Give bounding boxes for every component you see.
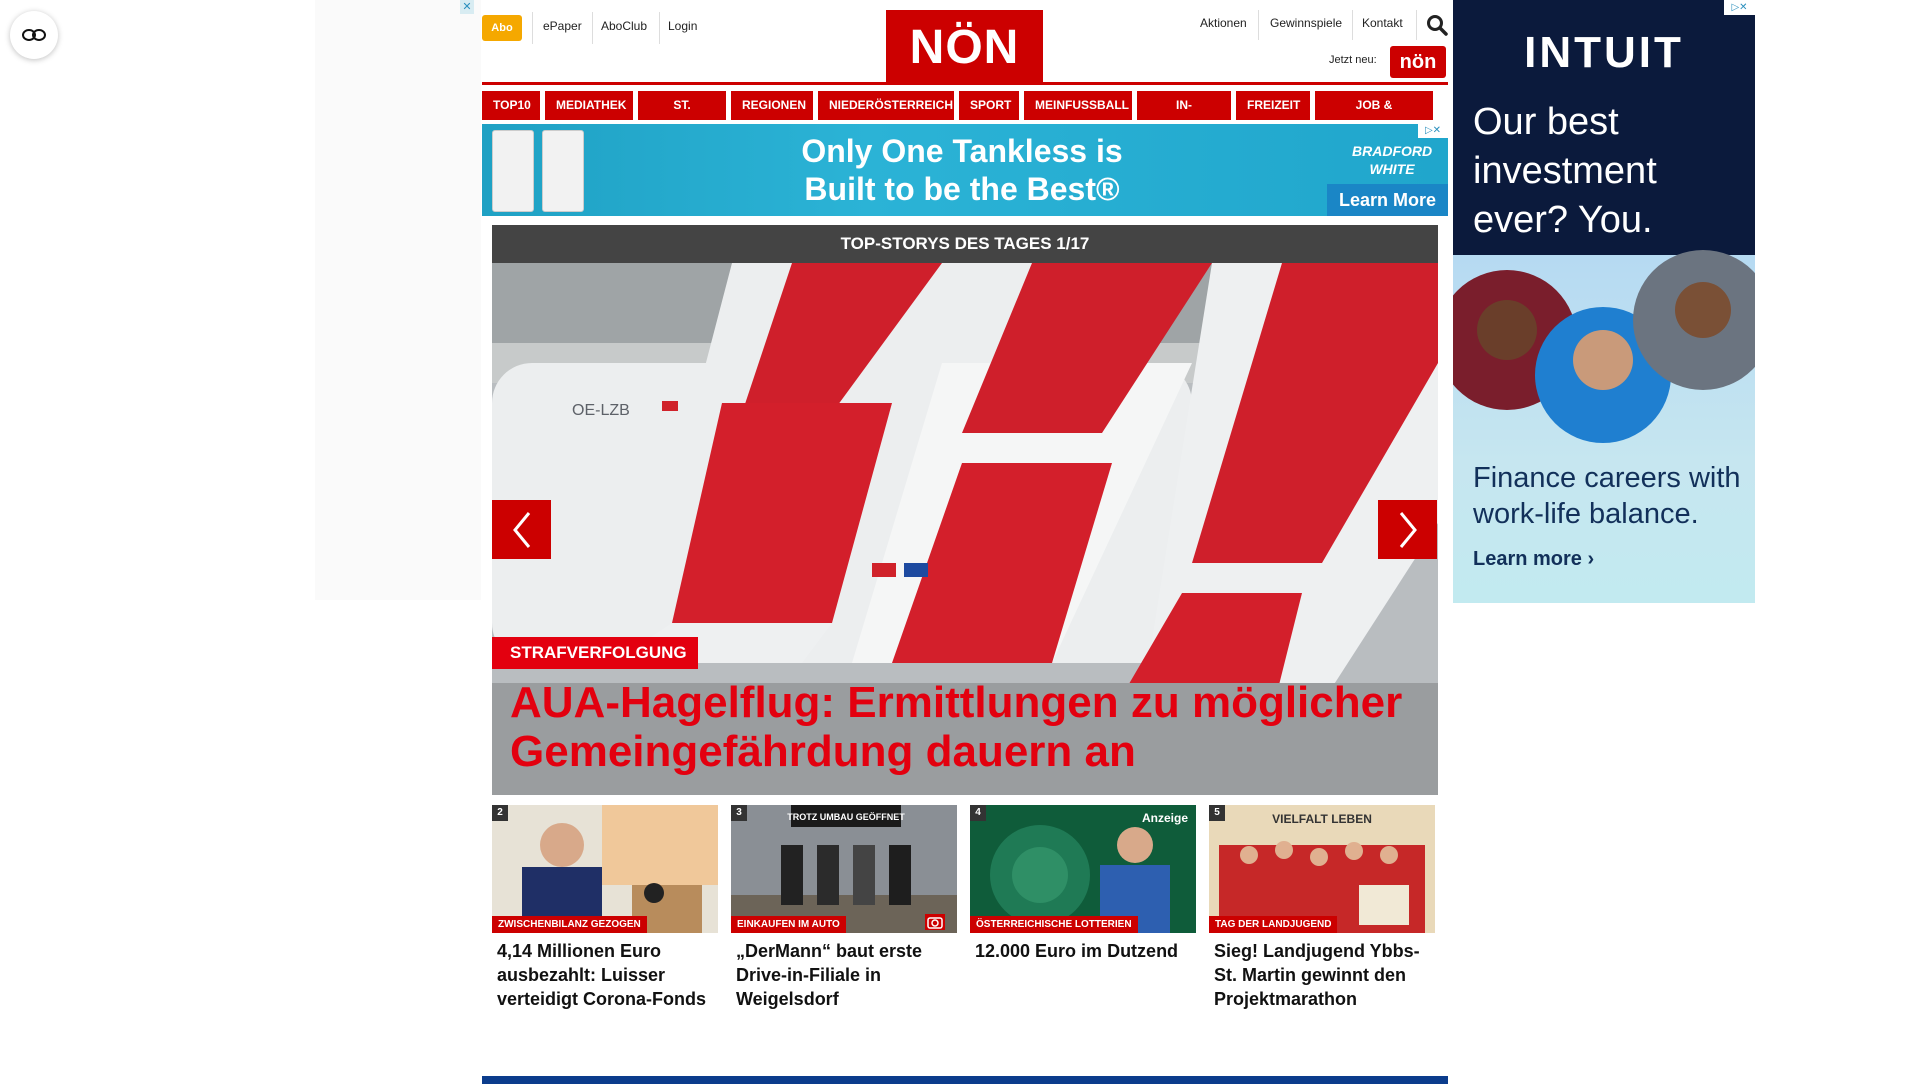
- chevron-right-icon: [1399, 511, 1417, 548]
- search-button[interactable]: [1426, 14, 1448, 36]
- nav-niederoesterreich[interactable]: NIEDERÖSTERREICH: [818, 91, 954, 120]
- footer-bar: [482, 1076, 1448, 1084]
- header-divider: [482, 82, 1448, 85]
- ad-headline: Our best investment ever? You.: [1473, 101, 1657, 241]
- jetzt-neu-label: Jetzt neu:: [1329, 54, 1377, 66]
- kontakt-link[interactable]: Kontakt: [1362, 16, 1403, 30]
- story-tag: ZWISCHENBILANZ GEZOGEN: [492, 916, 647, 933]
- story-title[interactable]: Sieg! Landjugend Ybbs-St. Martin gewinnt…: [1214, 939, 1430, 1011]
- divider: [592, 12, 593, 44]
- aktionen-link[interactable]: Aktionen: [1200, 16, 1247, 30]
- story-number: 4: [970, 805, 986, 821]
- banner-line-1: Only One Tankless is: [801, 133, 1123, 169]
- ad-adchoices-close[interactable]: ▷✕: [1724, 0, 1755, 15]
- camera-icon: [925, 914, 945, 930]
- svg-text:OE-LZB: OE-LZB: [572, 402, 630, 419]
- story-card-image[interactable]: 4 Anzeige ÖSTERREICHISCHE LOTTERIEN: [970, 805, 1196, 933]
- ad-close-button[interactable]: ✕: [460, 0, 474, 14]
- story-title[interactable]: 4,14 Millionen Euro ausbezahlt: Luisser …: [497, 939, 713, 1011]
- bradford-white-logo: BRADFORD WHITE: [1352, 143, 1433, 177]
- slider-next-button[interactable]: [1378, 500, 1437, 559]
- noen-logo[interactable]: NÖN: [886, 10, 1043, 84]
- svg-text:TROTZ UMBAU GEÖFFNET: TROTZ UMBAU GEÖFFNET: [787, 812, 905, 822]
- svg-text:VIELFALT LEBEN: VIELFALT LEBEN: [1272, 812, 1372, 826]
- page-background-panel: [315, 0, 481, 600]
- slider-prev-button[interactable]: [492, 500, 551, 559]
- divider: [1416, 10, 1417, 40]
- story-tag: TAG DER LANDJUGEND: [1209, 916, 1338, 933]
- search-icon: [1427, 15, 1448, 36]
- ad-people-photos: [1453, 250, 1755, 443]
- nav-st-poelten[interactable]: ST. PÖLTEN: [638, 91, 726, 141]
- chevron-left-icon: [512, 511, 530, 548]
- divider: [1258, 10, 1259, 40]
- divider: [532, 12, 533, 44]
- nav-top10[interactable]: TOP10: [482, 91, 540, 120]
- anzeige-label: Anzeige: [1141, 811, 1188, 825]
- banner-adchoices-close[interactable]: ▷✕: [1418, 124, 1448, 138]
- story-card[interactable]: 4 Anzeige ÖSTERREICHISCHE LOTTERIEN 12.0…: [970, 805, 1196, 963]
- story-card[interactable]: TROTZ UMBAU GEÖFFNET 3 EINKAUFEN IM AUTO…: [731, 805, 957, 1011]
- story-card-image[interactable]: 2 ZWISCHENBILANZ GEZOGEN: [492, 805, 718, 933]
- main-nav: TOP10 MEDIATHEK ST. PÖLTEN REGIONEN NIED…: [482, 91, 1433, 141]
- story-card-image[interactable]: TROTZ UMBAU GEÖFFNET 3 EINKAUFEN IM AUTO: [731, 805, 957, 933]
- story-card[interactable]: 2 ZWISCHENBILANZ GEZOGEN 4,14 Millionen …: [492, 805, 718, 1011]
- story-number: 5: [1209, 805, 1225, 821]
- banner-headline: Only One Tankless is Built to be the Bes…: [712, 132, 1212, 208]
- nav-meinfussball[interactable]: MEINFUSSBALL: [1024, 91, 1132, 120]
- intuit-logo: INTUIT: [1524, 28, 1684, 77]
- abo-button[interactable]: Abo: [482, 15, 522, 41]
- gewinnspiele-link[interactable]: Gewinnspiele: [1270, 16, 1342, 30]
- epaper-link[interactable]: ePaper: [543, 19, 582, 33]
- ad-subline: Finance careers with work-life balance.: [1473, 462, 1741, 530]
- story-card[interactable]: VIELFALT LEBEN 5 TAG DER LANDJUGEND Sieg…: [1209, 805, 1435, 1011]
- divider: [1352, 10, 1353, 40]
- banner-ad[interactable]: Only One Tankless is Built to be the Bes…: [482, 124, 1448, 216]
- story-kicker: STRAFVERFOLGUNG: [492, 637, 698, 669]
- story-title[interactable]: 12.000 Euro im Dutzend: [975, 939, 1191, 963]
- nav-regionen[interactable]: REGIONEN: [731, 91, 813, 120]
- banner-learn-more-button[interactable]: Learn More: [1327, 184, 1448, 216]
- water-heater-image: [492, 130, 592, 212]
- login-link[interactable]: Login: [668, 19, 697, 33]
- ad-learn-more-link[interactable]: Learn more ›: [1473, 548, 1594, 571]
- nav-mediathek[interactable]: MEDIATHEK: [545, 91, 633, 120]
- top-stories-header: TOP-STORYS DES TAGES 1/17: [492, 225, 1438, 263]
- story-tag: EINKAUFEN IM AUTO: [731, 916, 846, 933]
- accessibility-button[interactable]: [10, 11, 58, 59]
- hero-story-title[interactable]: AUA-Hagelflug: Ermittlungen zu möglicher…: [510, 678, 1430, 776]
- divider: [659, 12, 660, 44]
- aboclub-link[interactable]: AboClub: [601, 19, 647, 33]
- story-number: 2: [492, 805, 508, 821]
- closed-captions-icon: [22, 29, 46, 41]
- story-number: 3: [731, 805, 747, 821]
- story-card-image[interactable]: VIELFALT LEBEN 5 TAG DER LANDJUGEND: [1209, 805, 1435, 933]
- nav-sport[interactable]: SPORT: [959, 91, 1019, 120]
- nav-job-karriere[interactable]: JOB & KARRIERE: [1315, 91, 1433, 141]
- noen-promo-badge[interactable]: nön: [1390, 46, 1446, 78]
- nav-freizeit[interactable]: FREIZEIT: [1236, 91, 1310, 120]
- intuit-ad[interactable]: INTUIT Our best investment ever? You. Fi…: [1453, 0, 1755, 603]
- banner-line-2: Built to be the Best®: [804, 171, 1120, 207]
- story-tag: ÖSTERREICHISCHE LOTTERIEN: [970, 916, 1138, 933]
- story-title[interactable]: „DerMann“ baut erste Drive-in-Filiale in…: [736, 939, 952, 1011]
- nav-in-ausland[interactable]: IN-AUSLAND: [1137, 91, 1231, 141]
